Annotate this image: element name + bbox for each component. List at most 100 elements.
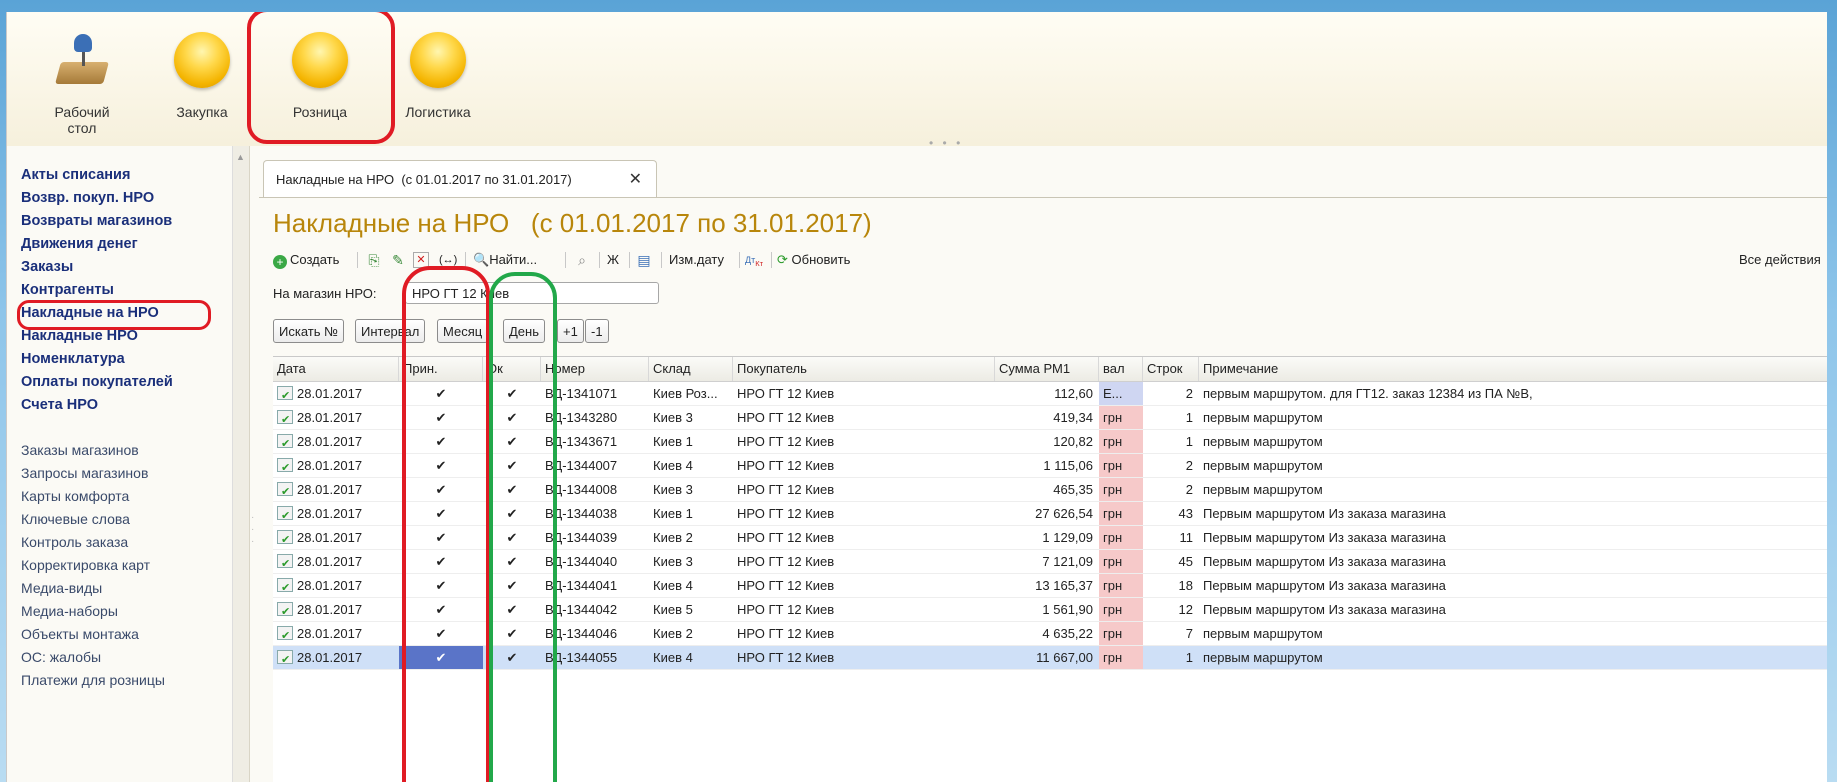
cell-number: ВД-1344039 (545, 530, 618, 545)
cell-number: ВД-1344046 (545, 626, 618, 641)
search-number-button[interactable]: Искать № (273, 319, 345, 343)
nav-item[interactable]: Корректировка карт (21, 554, 173, 577)
nav-item[interactable]: Ключевые слова (21, 508, 173, 531)
cell-number: ВД-1344040 (545, 554, 618, 569)
refresh-button[interactable]: ⟳ Обновить (777, 248, 850, 272)
search-cancel-icon[interactable]: ⌕ (573, 251, 591, 269)
interval-button[interactable]: Интервал (355, 319, 426, 343)
header-col-sum[interactable]: Сумма РМ1 (995, 357, 1099, 381)
cell-prin: ✔ (435, 410, 447, 425)
cell-warehouse: Киев 2 (653, 626, 693, 641)
edit-icon[interactable]: ✎ (389, 251, 407, 269)
header-col-lines[interactable]: Строк (1143, 357, 1199, 381)
table-row[interactable]: 28.01.2017 ✔ ✔ ВД-1343671 Киев 1 НРО ГТ 12 Ки… (273, 430, 1827, 454)
nav-item[interactable]: Контрагенты (21, 279, 173, 302)
plus-one-button[interactable]: +1 (557, 319, 584, 343)
find-button[interactable]: 🔍Найти... (473, 248, 537, 272)
month-button[interactable]: Месяц (437, 319, 489, 343)
section-purchase[interactable]: Закупка (147, 32, 257, 120)
splitter-handle[interactable]: · · · (251, 512, 254, 548)
nav-item[interactable]: Запросы магазинов (21, 462, 173, 485)
cell-currency: грн (1099, 598, 1143, 621)
nav-item[interactable]: Медиа-наборы (21, 600, 173, 623)
cell-ok: ✔ (506, 650, 518, 665)
nav-item[interactable]: Счета НРО (21, 394, 173, 417)
store-filter-input[interactable]: НРО ГТ 12 Киев (405, 282, 659, 304)
dt-kt-icon[interactable]: ДтКт (745, 251, 763, 269)
all-actions-menu[interactable]: Все действия (1739, 248, 1821, 272)
document-posted-icon (277, 649, 293, 669)
cell-warehouse: Киев Роз... (653, 386, 718, 401)
header-col-prin[interactable]: Прин. (399, 357, 483, 381)
delete-icon[interactable]: ✕ (413, 252, 429, 268)
nav-item[interactable]: Номенклатура (21, 348, 173, 371)
table-row[interactable]: 28.01.2017 ✔ ✔ ВД-1344008 Киев 3 НРО ГТ 12 Ки… (273, 478, 1827, 502)
scroll-up-icon[interactable]: ▲ (236, 152, 245, 162)
copy-icon[interactable]: ⎘ (365, 251, 383, 269)
separator (465, 252, 466, 268)
document-posted-icon (277, 385, 293, 405)
cell-lines: 7 (1185, 626, 1193, 641)
calendar-icon[interactable]: ▤ (635, 251, 653, 269)
nav-item[interactable]: Оплаты покупателей (21, 371, 173, 394)
nav-item[interactable]: Возвраты магазинов (21, 210, 173, 233)
cell-prin: ✔ (399, 646, 483, 669)
day-button[interactable]: День (503, 319, 545, 343)
close-icon[interactable]: ✕ (629, 161, 642, 199)
nav-item[interactable]: ОС: жалобы (21, 646, 173, 669)
nav-item[interactable]: Платежи для розницы (21, 669, 173, 692)
table-row[interactable]: 28.01.2017 ✔ ✔ ВД-1343280 Киев 3 НРО ГТ 12 Ки… (273, 406, 1827, 430)
section-retail[interactable]: Розница (265, 32, 375, 120)
table-row[interactable]: 28.01.2017 ✔ ✔ ВД-1344007 Киев 4 НРО ГТ 12 Ки… (273, 454, 1827, 478)
nav-item[interactable]: Медиа-виды (21, 577, 173, 600)
header-col-note[interactable]: Примечание (1199, 357, 1827, 381)
table-row[interactable]: 28.01.2017 ✔ ✔ ВД-1344042 Киев 5 НРО ГТ 12 Ки… (273, 598, 1827, 622)
cell-sum: 27 626,54 (1035, 506, 1093, 521)
nav-item[interactable]: Движения денег (21, 233, 173, 256)
nav-item[interactable]: Контроль заказа (21, 531, 173, 554)
nav-item[interactable]: Накладные НРО (21, 325, 173, 348)
separator (565, 252, 566, 268)
cell-warehouse: Киев 3 (653, 554, 693, 569)
table-row[interactable]: 28.01.2017 ✔ ✔ ВД-1344040 Киев 3 НРО ГТ 12 Ки… (273, 550, 1827, 574)
minus-one-button[interactable]: -1 (585, 319, 609, 343)
nav-item-invoices-nro[interactable]: Накладные на НРО (21, 302, 173, 325)
cell-buyer: НРО ГТ 12 Киев (737, 650, 835, 665)
nav-item[interactable]: Возвр. покуп. НРО (21, 187, 173, 210)
change-date-button[interactable]: Изм.дату (669, 248, 724, 272)
header-col-currency[interactable]: вал (1099, 357, 1143, 381)
cell-sum: 7 121,09 (1042, 554, 1093, 569)
cell-prin: ✔ (435, 554, 447, 569)
header-col-ok[interactable]: Ок (483, 357, 541, 381)
cell-note: Первым маршрутом Из заказа магазина (1203, 554, 1446, 569)
create-button[interactable]: + Создать (273, 248, 339, 272)
sidebar-scrollbar[interactable]: ▲ (232, 146, 249, 782)
bold-button[interactable]: Ж (607, 248, 619, 272)
table-row[interactable]: 28.01.2017 ✔ ✔ ВД-1344039 Киев 2 НРО ГТ 12 Ки… (273, 526, 1827, 550)
nav-item[interactable]: Карты комфорта (21, 485, 173, 508)
header-col-buyer[interactable]: Покупатель (733, 357, 995, 381)
table-row[interactable]: 28.01.2017 ✔ ✔ ВД-1344038 Киев 1 НРО ГТ 12 Ки… (273, 502, 1827, 526)
cell-prin: ✔ (435, 482, 447, 497)
cell-currency: грн (1099, 550, 1143, 573)
nav-item[interactable]: Акты списания (21, 164, 173, 187)
table-row[interactable]: 28.01.2017 ✔ ✔ ВД-1344046 Киев 2 НРО ГТ 12 Ки… (273, 622, 1827, 646)
header-col-date[interactable]: Дата (273, 357, 399, 381)
nav-item[interactable]: Объекты монтажа (21, 623, 173, 646)
cell-ok: ✔ (506, 506, 518, 521)
table-row[interactable]: 28.01.2017 ✔ ✔ ВД-1341071 Киев Роз... НРО ГТ … (273, 382, 1827, 406)
nav-item[interactable]: Заказы (21, 256, 173, 279)
separator (661, 252, 662, 268)
nav-item[interactable]: Заказы магазинов (21, 439, 173, 462)
section-logistics[interactable]: Логистика (383, 32, 493, 120)
tab-invoices[interactable]: Накладные на НРО (с 01.01.2017 по 31.01.… (263, 160, 657, 198)
cell-currency: грн (1099, 430, 1143, 453)
table-row[interactable]: 28.01.2017✔✔ВД-1344055Киев 4НРО ГТ 12 Ки… (273, 646, 1827, 670)
header-col-warehouse[interactable]: Склад (649, 357, 733, 381)
table-row[interactable]: 28.01.2017 ✔ ✔ ВД-1344041 Киев 4 НРО ГТ 12 Ки… (273, 574, 1827, 598)
cell-sum: 11 667,00 (1036, 650, 1093, 665)
yellow-circle-icon (292, 32, 348, 88)
section-desktop[interactable]: Рабочий стол (27, 32, 137, 136)
header-col-number[interactable]: Номер (541, 357, 649, 381)
link-icon[interactable]: (↔) (439, 251, 457, 269)
